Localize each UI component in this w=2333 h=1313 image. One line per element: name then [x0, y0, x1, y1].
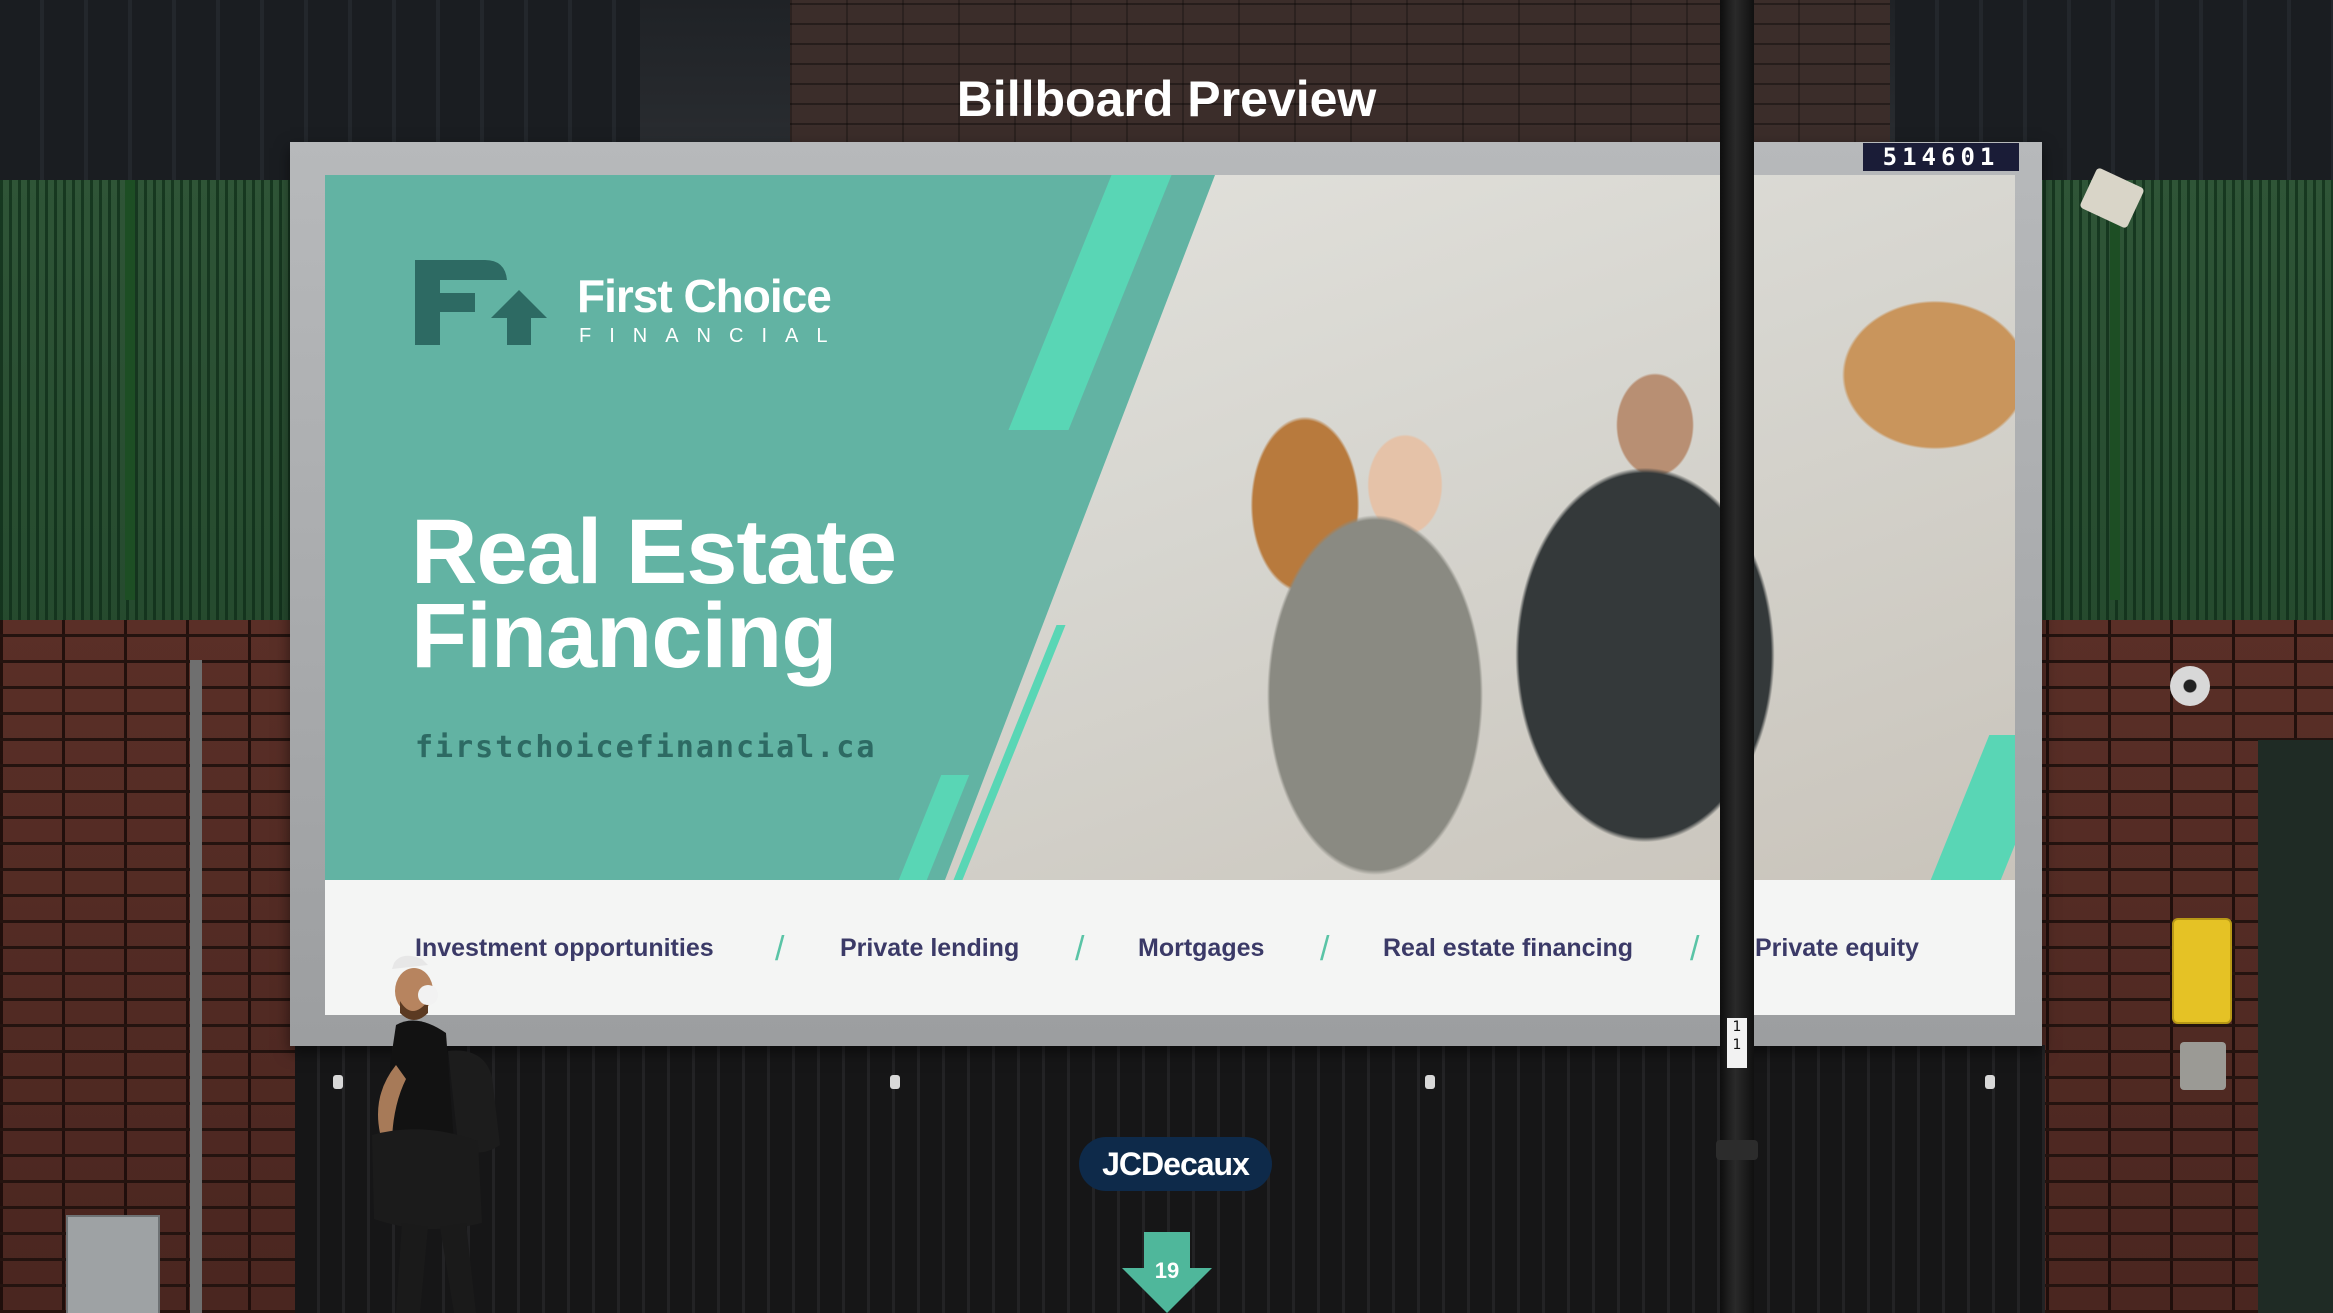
service-item: Private equity: [1755, 934, 1919, 962]
security-camera-icon: [2170, 666, 2210, 706]
pedestrian: [372, 955, 500, 1313]
side-door: [2258, 740, 2333, 1313]
service-divider: /: [1320, 930, 1330, 968]
hoarding-bolt: [1425, 1075, 1435, 1089]
service-item: Private lending: [840, 934, 1020, 962]
page-number: 19: [1154, 1258, 1180, 1283]
operator-badge: JCDecaux: [1079, 1137, 1272, 1191]
panel-number: 514601: [1863, 143, 2019, 171]
hoarding-bolt: [333, 1075, 343, 1089]
page-title: Billboard Preview: [956, 71, 1377, 127]
service-divider: /: [1075, 930, 1085, 968]
headline-line-1: Real Estate: [411, 501, 897, 603]
service-item: Real estate financing: [1383, 934, 1634, 962]
brand-name: First Choice: [577, 270, 832, 322]
hoarding-bolt: [890, 1075, 900, 1089]
billboard-poster: First Choice FINANCIAL Real Estate Finan…: [325, 175, 2015, 1015]
street-pole: [1720, 0, 1754, 1313]
fence-post: [125, 180, 135, 600]
headline-line-2: Financing: [411, 585, 837, 687]
brand-subtitle: FINANCIAL: [579, 325, 846, 347]
hoarding-bolt: [1985, 1075, 1995, 1089]
headline: Real Estate Financing: [411, 501, 897, 687]
website-url: firstchoicefinancial.ca: [415, 730, 877, 765]
billboard-scene: JCDecaux 514601 First Choice FINANCIAL R…: [0, 0, 2333, 1313]
meter-cabinet: [66, 1215, 160, 1313]
first-choice-logo-icon: [415, 260, 547, 345]
service-divider: /: [775, 930, 785, 968]
yellow-utility-box: [2172, 918, 2232, 1024]
services-bar: Investment opportunities / Private lendi…: [325, 880, 2015, 1015]
pole-collar: [1716, 1140, 1758, 1160]
pole-label: 1 1: [1727, 1018, 1747, 1068]
service-divider: /: [1690, 930, 1700, 968]
drain-pipe: [190, 660, 202, 1313]
service-item: Mortgages: [1138, 934, 1265, 962]
fence-post: [2110, 180, 2120, 600]
wall-switch-box: [2180, 1042, 2226, 1090]
